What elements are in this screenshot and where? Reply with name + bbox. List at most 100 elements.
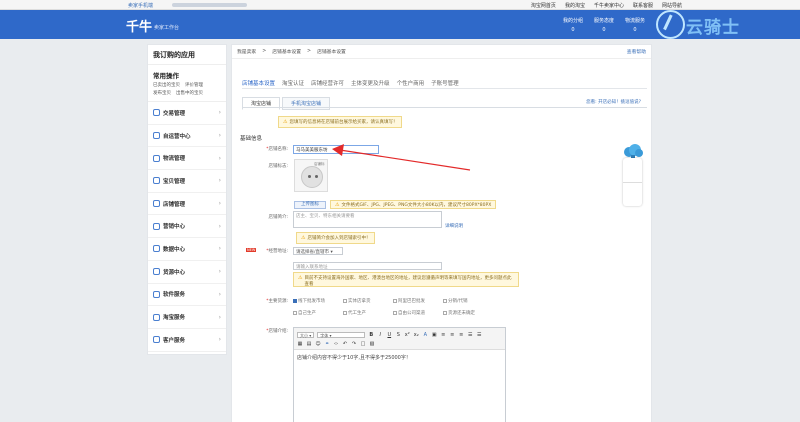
qianniu-logo[interactable]: 千牛 <box>126 16 152 35</box>
tabs-divider <box>242 88 647 89</box>
source-option-undecided[interactable]: 货源还未确定 <box>443 310 487 316</box>
top-link-site-nav[interactable]: 网站导航 <box>662 2 682 9</box>
breadcrumb: 我是卖家 > 店铺基本设置 > 店铺基本设置 查看帮助 <box>232 45 651 59</box>
sidebar-item-customer-service[interactable]: 客户服务 › <box>148 329 226 352</box>
top-link-seller-center[interactable]: 千牛卖家中心 <box>594 2 624 9</box>
items-icon <box>153 177 160 185</box>
sidebar-item-software[interactable]: 软件服务 › <box>148 284 226 307</box>
software-icon <box>153 290 160 298</box>
strikethrough-icon[interactable]: S <box>395 332 401 338</box>
warning-icon: ⚠ <box>301 235 306 241</box>
common-actions-title: 常用操作 <box>153 72 179 80</box>
editor-content[interactable]: 店铺介绍内容不得少于10字,且不得多于25000字！ <box>294 350 505 365</box>
unordered-list-icon[interactable]: ☰ <box>476 332 482 338</box>
source-option-oem[interactable]: 代工生产 <box>343 310 387 316</box>
sidebar-item-data[interactable]: 数据中心 › <box>148 238 226 261</box>
sidebar-item-trade[interactable]: 交易管理 › <box>148 102 226 125</box>
intro-tip: ⚠ 店铺简介会加入到店铺索引中！ <box>296 232 376 244</box>
quick-link-on-sale[interactable]: 出售中的宝贝 <box>176 91 203 96</box>
stat-group[interactable]: 我的分组 0 <box>562 17 584 33</box>
undo-icon[interactable]: ↶ <box>342 341 348 347</box>
checkbox-icon <box>393 299 397 303</box>
source-option-dropship[interactable]: 分销/代销 <box>443 298 487 304</box>
chevron-right-icon: › <box>218 245 221 253</box>
align-left-icon[interactable]: ≡ <box>440 332 446 338</box>
logistics-icon <box>153 154 160 162</box>
align-center-icon[interactable]: ≡ <box>449 332 455 338</box>
self-operation-icon <box>153 132 160 140</box>
quick-link-reviews[interactable]: 评价管理 <box>185 83 203 88</box>
upload-tip: ⚠ 文件格式GIF、JPG、JPEG、PNG文件大小80K以内，建议尺寸80PX… <box>330 200 497 209</box>
stat-service[interactable]: 服务态度 0 <box>593 17 615 33</box>
align-right-icon[interactable]: ≡ <box>458 332 464 338</box>
breadcrumb-shop-settings[interactable]: 店铺基本设置 <box>272 48 301 55</box>
checkbox-icon <box>443 311 447 315</box>
chevron-right-icon: › <box>218 132 221 140</box>
sidebar-item-logistics[interactable]: 物流管理 › <box>148 147 226 171</box>
font-color-icon[interactable]: A <box>422 332 428 338</box>
left-sidebar: 我订购的应用 常用操作 已卖出的宝贝 评价管理 发布宝贝 出售中的宝贝 交易管理 › … <box>147 44 227 355</box>
source-option-alibaba[interactable]: 阿里巴巴批发 <box>393 298 437 304</box>
province-select[interactable]: 请选择省/直辖市 ▾ <box>293 247 343 255</box>
customer-service-icon <box>153 336 160 344</box>
help-hint-link[interactable]: 您看: 开店必知！挑逗值说? <box>586 99 641 105</box>
source-icon[interactable]: ▧ <box>369 341 375 347</box>
breadcrumb-seller[interactable]: 我是卖家 <box>237 48 256 55</box>
breadcrumb-current: 店铺基本设置 <box>317 50 346 55</box>
sidebar-item-items[interactable]: 宝贝管理 › <box>148 170 226 193</box>
redo-icon[interactable]: ↷ <box>351 341 357 347</box>
font-size-select[interactable]: 大小 ▾ <box>297 331 315 338</box>
italic-icon[interactable]: I <box>377 332 383 338</box>
mobile-seller-link[interactable]: 卖家手机端 <box>128 2 153 9</box>
link-icon[interactable]: ⚭ <box>324 341 330 347</box>
detail-link[interactable]: 详细说明 <box>445 223 463 229</box>
sourcing-icon <box>153 268 160 276</box>
emoji-icon[interactable]: ☺ <box>315 341 321 347</box>
chevron-right-icon: › <box>218 177 221 185</box>
source-option-own-channel[interactable]: 自由公司渠道 <box>393 310 437 316</box>
fullscreen-icon[interactable]: □ <box>360 341 366 347</box>
warning-icon: ⚠ <box>298 275 303 281</box>
address-input[interactable]: 请输入联系地址 <box>293 262 442 270</box>
address-tip: ⚠ 目前不支持设置海外国家、地区、港澳台地区的地址，建议您遵循声明等来填写国内地… <box>293 272 519 287</box>
source-option-self-produce[interactable]: 自己生产 <box>293 310 337 316</box>
upload-logo-button[interactable]: 上传图标 <box>294 201 326 209</box>
highlight-icon[interactable]: ▣ <box>431 332 437 338</box>
rich-text-editor: 大小 ▾ 字体 ▾ B I U S x² x₂ A ▣ ≡ ≡ ≡ ☰ ☰ ▦ … <box>293 327 506 422</box>
sidebar-item-shop[interactable]: 店铺管理 › <box>148 193 226 216</box>
font-family-select[interactable]: 字体 ▾ <box>317 331 366 338</box>
top-link-support[interactable]: 联系客服 <box>633 2 653 9</box>
tab-taobao-shop[interactable]: 淘宝店铺 <box>242 97 281 110</box>
source-option-physical-store[interactable]: 实体店拿货 <box>343 298 387 304</box>
quick-link-publish[interactable]: 发布宝贝 <box>153 91 171 96</box>
code-icon[interactable]: ‹› <box>333 341 339 347</box>
ordered-list-icon[interactable]: ☰ <box>467 332 473 338</box>
checkbox-icon <box>343 299 347 303</box>
subscript-icon[interactable]: x₂ <box>413 332 419 338</box>
help-link[interactable]: 查看帮助 <box>627 48 646 55</box>
top-link-taobao-home[interactable]: 淘宝网首页 <box>531 2 556 9</box>
sidebar-item-self-operation[interactable]: 自运营中心 › <box>148 125 226 148</box>
sidebar-item-sourcing[interactable]: 货源中心 › <box>148 261 226 284</box>
tab-mobile-shop[interactable]: 手机淘宝店铺 <box>282 97 331 110</box>
checkbox-icon <box>343 311 347 315</box>
image-icon[interactable]: ▦ <box>297 341 303 347</box>
superscript-icon[interactable]: x² <box>404 332 410 338</box>
stat-logistics[interactable]: 物流服务 0 <box>624 17 646 33</box>
floating-side-widget[interactable] <box>623 158 642 206</box>
top-link-my-taobao[interactable]: 我的淘宝 <box>565 2 585 9</box>
sidebar-item-marketing[interactable]: 营销中心 › <box>148 215 226 239</box>
source-option-wholesale-market[interactable]: 线下批发市场 <box>293 298 337 304</box>
secondary-tabs: 淘宝店铺 手机淘宝店铺 <box>242 97 331 110</box>
chevron-right-icon: › <box>218 222 221 230</box>
underline-icon[interactable]: U <box>386 332 392 338</box>
shop-logo-label: 店铺标志: <box>268 164 288 169</box>
bold-icon[interactable]: B <box>368 332 374 338</box>
quick-link-sold[interactable]: 已卖出的宝贝 <box>153 83 180 88</box>
sidebar-title: 我订购的应用 <box>148 45 226 65</box>
chevron-down-icon: ▾ <box>330 250 333 255</box>
shop-name-input[interactable]: 马马美美服东坊 <box>293 145 379 154</box>
table-icon[interactable]: ▤ <box>306 341 312 347</box>
shop-intro-textarea[interactable]: 店主、宝贝、特东相关请要看 <box>293 211 442 228</box>
sidebar-item-taobao-service[interactable]: 淘宝服务 › <box>148 306 226 329</box>
